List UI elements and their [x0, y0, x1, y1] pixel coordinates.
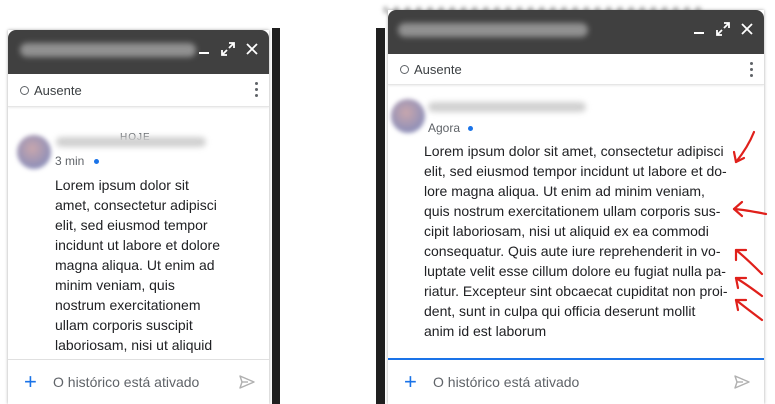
close-icon[interactable] — [245, 42, 259, 56]
add-icon[interactable]: + — [24, 371, 38, 393]
sender-name-blurred — [56, 137, 206, 147]
avatar — [391, 99, 425, 133]
minimize-icon[interactable] — [692, 22, 706, 36]
message-time: 3 min — [55, 154, 85, 168]
composer-placeholder[interactable]: O histórico está ativado — [433, 374, 579, 390]
chat-window-left: Ausente HOJE 3 min Lorem ipsum dolor sit… — [8, 30, 269, 404]
away-status-icon — [20, 85, 29, 95]
red-arrow-annotation-icon — [732, 200, 768, 218]
sender-name-blurred — [428, 102, 586, 112]
chat-title-blurred — [20, 43, 196, 57]
more-vert-icon[interactable] — [750, 62, 754, 80]
more-vert-icon[interactable] — [255, 82, 259, 100]
message-composer[interactable]: + O histórico está ativado — [8, 359, 269, 404]
popout-icon[interactable] — [716, 22, 730, 36]
window-gap-right — [376, 28, 385, 404]
avatar — [17, 135, 51, 169]
composer-placeholder[interactable]: O histórico está ativado — [53, 374, 199, 390]
minimize-icon[interactable] — [197, 42, 211, 56]
presence-status-row[interactable]: Ausente — [8, 74, 269, 107]
chat-titlebar — [388, 10, 764, 54]
message-composer[interactable]: + O histórico está ativado — [388, 358, 764, 404]
send-icon[interactable] — [734, 374, 750, 390]
add-icon[interactable]: + — [404, 371, 418, 393]
message-text: Lorem ipsum dolor sit amet, consectetur … — [55, 177, 220, 353]
read-indicator-icon — [94, 159, 99, 164]
send-icon[interactable] — [239, 374, 255, 390]
message-time: Agora — [428, 121, 461, 135]
red-arrow-annotation-icon — [734, 298, 764, 322]
read-indicator-icon — [468, 126, 473, 131]
chat-window-right: Ausente Agora Lorem ipsum dolor sit amet… — [388, 10, 764, 404]
chat-titlebar — [8, 30, 269, 74]
message-text: Lorem ipsum dolor sit amet, consectetur … — [424, 143, 728, 339]
red-arrow-annotation-icon — [732, 130, 756, 164]
chat-title-blurred — [398, 23, 588, 37]
presence-status-row[interactable]: Ausente — [388, 54, 764, 85]
close-icon[interactable] — [740, 22, 754, 36]
presence-status-text: Ausente — [34, 82, 82, 98]
window-gap-left — [272, 28, 280, 404]
popout-icon[interactable] — [221, 42, 235, 56]
away-status-icon — [400, 64, 409, 74]
presence-status-text: Ausente — [414, 61, 462, 77]
